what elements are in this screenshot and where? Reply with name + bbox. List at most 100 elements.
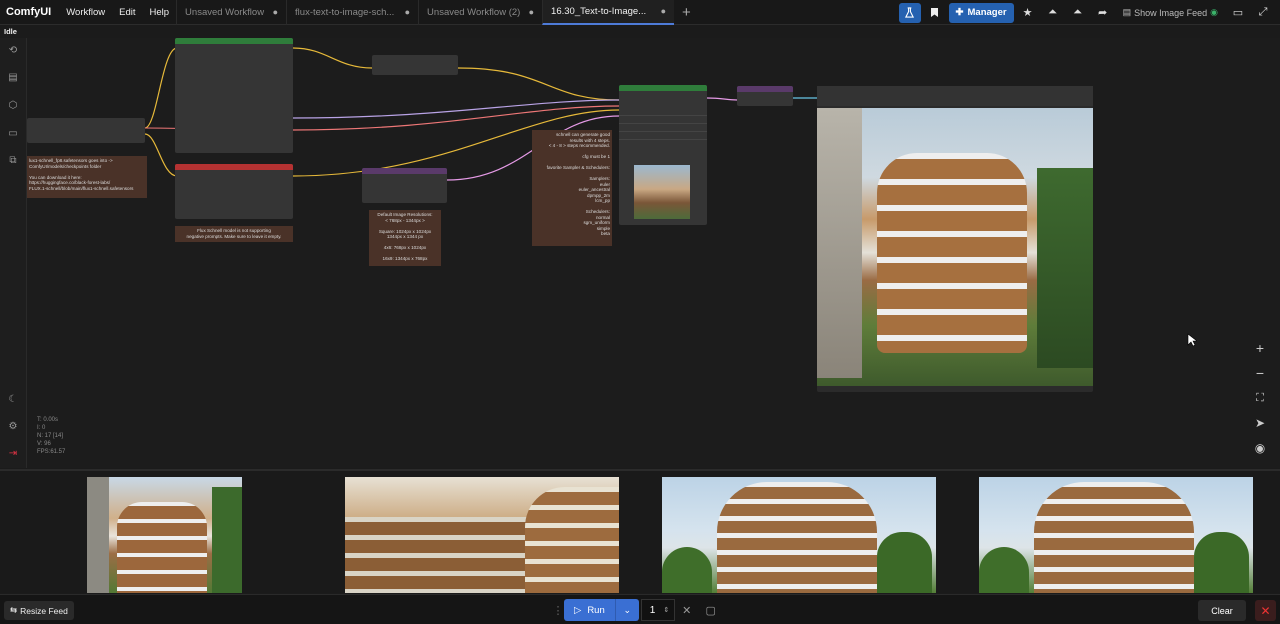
zoom-in-icon[interactable]: +: [1248, 336, 1272, 360]
resize-feed-label: Resize Feed: [20, 605, 68, 616]
positive-prompt-node[interactable]: [175, 38, 293, 153]
negative-note: Flux Schnell model is not supporting neg…: [175, 226, 293, 242]
puzzle-icon: ✚: [955, 7, 964, 18]
manager-label: Manager: [967, 7, 1007, 18]
stat-vertices: V: 96: [37, 441, 51, 447]
checkpoint-note: lux1-schnell_fp8.safetensors goes into -…: [27, 156, 147, 198]
tab-workflow-1[interactable]: Unsaved Workflow ●: [176, 0, 286, 25]
run-controls: ⋮ ▷ Run ⌄ 1 ⇕ ✕ ▢: [552, 598, 723, 622]
queue-status: Idle: [4, 27, 17, 36]
node-graph-canvas[interactable]: lux1-schnell_fp8.safetensors goes into -…: [27, 38, 1280, 468]
resolution-note: Default Image Resolutions: < 768px - 134…: [369, 210, 441, 266]
unsaved-dot-icon: ●: [528, 7, 535, 17]
clear-button[interactable]: Clear: [1198, 600, 1246, 621]
node-title-bar: [175, 164, 293, 170]
select-mode-icon[interactable]: ➤: [1248, 411, 1272, 435]
negative-note-text: Flux Schnell model is not supporting neg…: [186, 228, 282, 239]
node-icon[interactable]: ⏶: [1067, 3, 1089, 23]
tab-label: flux-text-to-image-sch...: [295, 6, 395, 18]
batch-count-input[interactable]: 1 ⇕: [640, 599, 675, 621]
top-right-tools: ✚ Manager ★ ⏶ ⏶ ➦ ▤ Show Image Feed ◉ ▭ …: [898, 0, 1280, 25]
image-feed: [0, 469, 1280, 593]
stop-icon[interactable]: ▢: [699, 599, 723, 621]
batch-count-value: 1: [649, 604, 656, 616]
cancel-run-icon[interactable]: ✕: [675, 599, 699, 621]
run-mode-chevron-icon[interactable]: ⌄: [614, 599, 639, 621]
stat-fps: FPS:61.57: [37, 449, 66, 455]
folder-icon[interactable]: ▭: [6, 127, 20, 141]
top-bar: ComfyUI Workflow Edit Help Unsaved Workf…: [0, 0, 1280, 25]
feed-image[interactable]: [979, 477, 1253, 593]
checkpoint-loader-node[interactable]: [27, 118, 145, 143]
stat-time: T: 0.00s: [37, 417, 59, 423]
close-feed-icon[interactable]: ✕: [1255, 600, 1276, 621]
latent-image-node[interactable]: [362, 168, 447, 203]
new-tab-plus-icon[interactable]: +: [674, 4, 699, 21]
save-image-node[interactable]: [817, 86, 1093, 392]
logout-icon[interactable]: ⇥: [6, 447, 20, 461]
tab-workflow-2[interactable]: flux-text-to-image-sch... ●: [286, 0, 418, 25]
share-icon[interactable]: ➦: [1092, 3, 1114, 23]
feed-toggle-label: Show Image Feed: [1134, 7, 1208, 18]
unsaved-dot-icon: ●: [660, 6, 667, 16]
toggle-visibility-icon[interactable]: ◉: [1248, 436, 1272, 460]
history-icon[interactable]: ⟲: [6, 44, 20, 58]
model-icon[interactable]: ⏶: [1042, 3, 1064, 23]
resize-icon: ⇆: [10, 605, 18, 615]
zoom-out-icon[interactable]: −: [1248, 361, 1272, 385]
run-button[interactable]: ▷ Run: [564, 599, 615, 621]
bookmark-icon[interactable]: [924, 3, 946, 23]
feed-image[interactable]: [662, 477, 936, 593]
star-icon[interactable]: ★: [1017, 3, 1039, 23]
tab-workflow-active[interactable]: 16.30_Text-to-Image... ●: [542, 0, 675, 25]
tab-label: 16.30_Text-to-Image...: [551, 5, 647, 17]
theme-moon-icon[interactable]: ☾: [6, 393, 20, 407]
show-image-feed-toggle[interactable]: ▤ Show Image Feed ◉: [1117, 7, 1224, 18]
panel-icon[interactable]: ▭: [1227, 3, 1249, 23]
negative-prompt-node[interactable]: [175, 164, 293, 219]
menu-edit[interactable]: Edit: [112, 7, 142, 18]
preview-thumbnail: [634, 165, 690, 219]
toggle-on-icon: ◉: [1210, 7, 1218, 17]
resolution-note-text: Default Image Resolutions: < 768px - 134…: [377, 212, 433, 261]
canvas-stats: T: 0.00s I: 0 N: 17 [14] V: 96 FPS:61.57: [37, 416, 65, 456]
sampler-note-text: schnell can generate good results with 4…: [546, 132, 610, 236]
resize-feed-button[interactable]: ⇆ Resize Feed: [4, 601, 74, 620]
node-title-bar: [737, 86, 793, 92]
vae-decode-node[interactable]: [737, 86, 793, 106]
play-icon: ▷: [574, 604, 582, 616]
menu-workflow[interactable]: Workflow: [59, 7, 112, 18]
node-title-bar: [362, 168, 447, 174]
node-library-icon[interactable]: ⧉: [6, 154, 20, 168]
tab-workflow-3[interactable]: Unsaved Workflow (2) ●: [418, 0, 542, 25]
bottom-bar: ⇆ Resize Feed ⋮ ▷ Run ⌄ 1 ⇕ ✕ ▢ Clear ✕: [0, 594, 1280, 624]
empty-latent-node[interactable]: [372, 55, 458, 75]
fullscreen-icon[interactable]: ⤢: [1252, 3, 1274, 23]
ksampler-node[interactable]: [619, 85, 707, 225]
node-title-bar: [619, 85, 707, 91]
flask-icon[interactable]: [898, 2, 921, 23]
stepper-icon[interactable]: ⇕: [663, 606, 669, 614]
checkpoint-note-text: lux1-schnell_fp8.safetensors goes into -…: [29, 158, 134, 191]
run-label: Run: [587, 604, 605, 616]
manager-button[interactable]: ✚ Manager: [948, 2, 1014, 23]
sampler-note: schnell can generate good results with 4…: [532, 130, 612, 246]
stat-nodes: N: 17 [14]: [37, 433, 64, 439]
drag-handle-icon[interactable]: ⋮: [552, 599, 564, 621]
cube-icon[interactable]: ⬡: [6, 99, 20, 113]
unsaved-dot-icon: ●: [272, 7, 279, 17]
app-brand: ComfyUI: [6, 6, 52, 18]
tab-label: Unsaved Workflow (2): [427, 6, 521, 18]
queue-icon[interactable]: ▤: [6, 71, 20, 85]
generated-building-image: [817, 108, 1093, 386]
unsaved-dot-icon: ●: [404, 7, 411, 17]
feed-image[interactable]: [345, 477, 619, 593]
tab-label: Unsaved Workflow: [185, 6, 265, 18]
left-sidebar: ⟲ ▤ ⬡ ▭ ⧉ ☾ ⚙ ⇥: [0, 38, 27, 468]
menu-help[interactable]: Help: [143, 7, 177, 18]
node-title-bar: [175, 38, 293, 44]
settings-gear-icon[interactable]: ⚙: [6, 420, 20, 434]
feed-image[interactable]: [87, 477, 242, 593]
fit-view-icon[interactable]: ⛶: [1248, 386, 1272, 410]
mouse-cursor-icon: [1187, 333, 1197, 347]
